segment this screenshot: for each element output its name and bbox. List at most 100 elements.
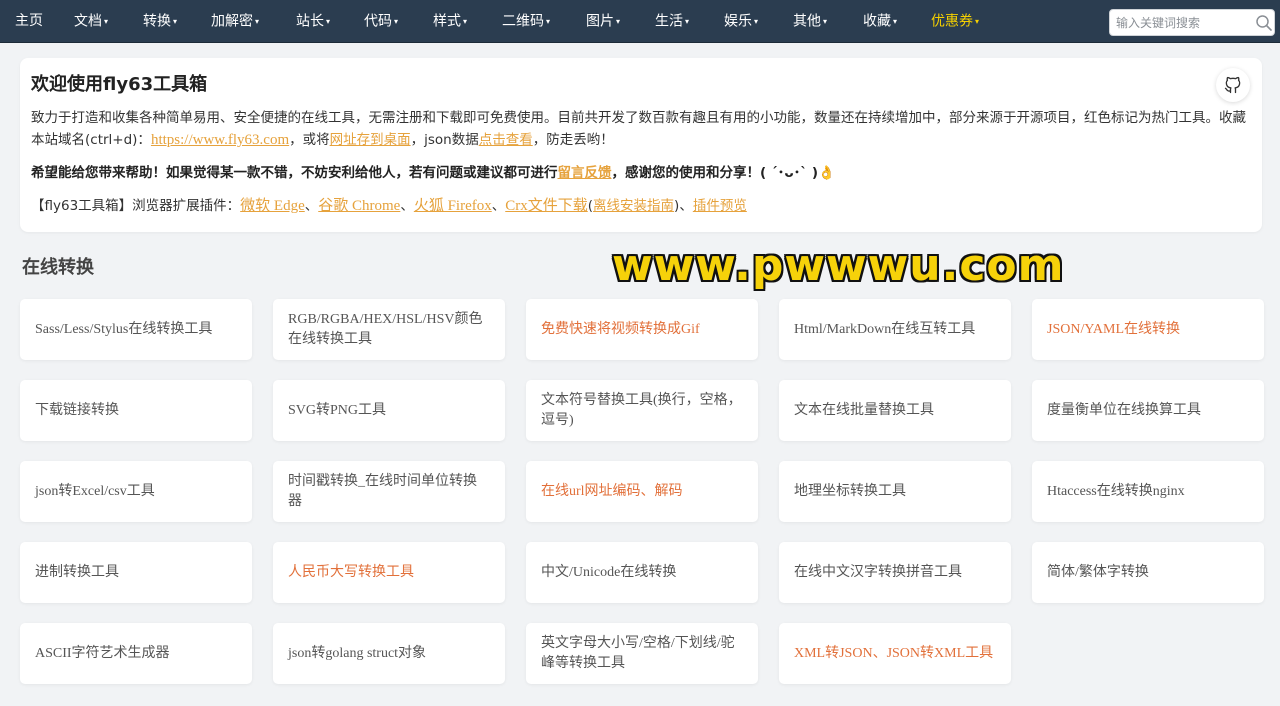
tool-label: 英文字母大小写/空格/下划线/驼峰等转换工具 (541, 635, 735, 671)
tool-label: 时间戳转换_在线时间单位转换器 (288, 473, 477, 509)
tool-card[interactable]: SVG转PNG工具 (273, 380, 505, 441)
tool-label: 进制转换工具 (35, 564, 119, 580)
tool-card[interactable]: 时间戳转换_在线时间单位转换器 (273, 461, 505, 522)
site-url-link[interactable]: https://www.fly63.com (151, 132, 289, 148)
tool-label: Sass/Less/Stylus在线转换工具 (35, 321, 213, 337)
offline-install-guide-link[interactable]: 离线安装指南 (593, 198, 674, 214)
nav-item-life[interactable]: 生活 ▾ (655, 0, 689, 43)
nav-item-other[interactable]: 其他 ▾ (793, 0, 827, 43)
crx-download-link[interactable]: Crx文件下载 (505, 198, 588, 214)
tool-card[interactable]: 进制转换工具 (20, 542, 252, 603)
save-to-desktop-link[interactable]: 网址存到桌面 (330, 132, 411, 148)
nav-item-coupon[interactable]: 优惠券 ▾ (931, 0, 979, 43)
extensions-label: 【fly63工具箱】浏览器扩展插件： (31, 198, 241, 214)
tool-card[interactable]: 文本在线批量替换工具 (779, 380, 1011, 441)
chevron-down-icon: ▾ (754, 17, 759, 26)
welcome-title: 欢迎使用fly63工具箱 (31, 74, 208, 95)
search-input[interactable] (1116, 13, 1248, 33)
tool-card[interactable]: Html/MarkDown在线互转工具 (779, 299, 1011, 360)
tool-card[interactable]: 下载链接转换 (20, 380, 252, 441)
nav-item-label: 文档 (74, 13, 102, 30)
chevron-down-icon: ▾ (326, 17, 331, 26)
tool-label: Html/MarkDown在线互转工具 (794, 321, 976, 337)
nav-item-webmaster[interactable]: 站长 ▾ (296, 0, 330, 43)
nav-item-code[interactable]: 代码 ▾ (364, 0, 398, 43)
chevron-down-icon: ▾ (255, 17, 260, 26)
chevron-down-icon: ▾ (394, 17, 399, 26)
nav-item-image[interactable]: 图片 ▾ (586, 0, 620, 43)
tool-card[interactable]: 简体/繁体字转换 (1032, 542, 1264, 603)
extension-preview-link[interactable]: 插件预览 (693, 198, 747, 214)
tool-card[interactable]: json转golang struct对象 (273, 623, 505, 684)
nav-item-label: 生活 (655, 13, 683, 30)
separator: 、 (304, 198, 319, 214)
tool-card[interactable]: 在线中文汉字转换拼音工具 (779, 542, 1011, 603)
nav-item-label: 收藏 (863, 13, 891, 30)
tool-label: 在线url网址编码、解码 (541, 483, 683, 499)
tool-card[interactable]: XML转JSON、JSON转XML工具 (779, 623, 1011, 684)
github-icon (1224, 76, 1241, 94)
nav-item-label: 代码 (364, 13, 392, 30)
chrome-extension-link[interactable]: 谷歌 Chrome (318, 198, 400, 214)
tool-label: 地理坐标转换工具 (794, 483, 906, 499)
nav-item-label: 优惠券 (931, 13, 973, 30)
tool-grid: Sass/Less/Stylus在线转换工具 RGB/RGBA/HEX/HSL/… (20, 299, 1264, 684)
tool-card[interactable]: Sass/Less/Stylus在线转换工具 (20, 299, 252, 360)
tool-label: json转golang struct对象 (288, 645, 427, 661)
nav-item-qrcode[interactable]: 二维码 ▾ (502, 0, 550, 43)
tool-card[interactable]: 英文字母大小写/空格/下划线/驼峰等转换工具 (526, 623, 758, 684)
tool-card[interactable]: ASCII字符艺术生成器 (20, 623, 252, 684)
nav-item-label: 站长 (296, 13, 324, 30)
chevron-down-icon: ▾ (616, 17, 621, 26)
tool-card[interactable]: 在线url网址编码、解码 (526, 461, 758, 522)
welcome-card: 欢迎使用fly63工具箱 致力于打造和收集各种简单易用、安全便捷的在线工具，无需… (20, 58, 1262, 232)
nav-item-style[interactable]: 样式 ▾ (433, 0, 467, 43)
tool-card[interactable]: 免费快速将视频转换成Gif (526, 299, 758, 360)
tool-card[interactable]: 文本符号替换工具(换行，空格，逗号) (526, 380, 758, 441)
chevron-down-icon: ▾ (463, 17, 468, 26)
tool-card[interactable]: RGB/RGBA/HEX/HSL/HSV颜色在线转换工具 (273, 299, 505, 360)
tool-card[interactable]: Htaccess在线转换nginx (1032, 461, 1264, 522)
tool-card[interactable]: JSON/YAML在线转换 (1032, 299, 1264, 360)
intro-paragraph: 致力于打造和收集各种简单易用、安全便捷的在线工具，无需注册和下载即可免费使用。目… (31, 107, 1251, 151)
nav-item-convert[interactable]: 转换 ▾ (143, 0, 177, 43)
view-json-link[interactable]: 点击查看 (479, 132, 533, 148)
nav-item-entertainment[interactable]: 娱乐 ▾ (724, 0, 758, 43)
feedback-link[interactable]: 留言反馈 (558, 165, 612, 181)
top-navbar: 主页 文档 ▾ 转换 ▾ 加解密 ▾ 站长 ▾ 代码 ▾ 样式 ▾ 二维码 ▾ 图片 ▾ 生活 ▾… (0, 0, 1280, 43)
github-button[interactable] (1216, 68, 1250, 102)
separator: 、 (679, 198, 693, 214)
nav-item-docs[interactable]: 文档 ▾ (74, 0, 108, 43)
tool-card[interactable]: 人民币大写转换工具 (273, 542, 505, 603)
nav-item-label: 娱乐 (724, 13, 752, 30)
tool-label: JSON/YAML在线转换 (1047, 321, 1181, 337)
tool-label: 简体/繁体字转换 (1047, 564, 1149, 580)
tool-label: XML转JSON、JSON转XML工具 (794, 645, 994, 661)
tool-card[interactable]: json转Excel/csv工具 (20, 461, 252, 522)
nav-item-label: 图片 (586, 13, 614, 30)
tool-label: RGB/RGBA/HEX/HSL/HSV颜色在线转换工具 (288, 311, 483, 347)
chevron-down-icon: ▾ (893, 17, 898, 26)
edge-extension-link[interactable]: 微软 Edge (240, 198, 305, 214)
tool-label: 人民币大写转换工具 (288, 564, 414, 580)
tool-card[interactable]: 中文/Unicode在线转换 (526, 542, 758, 603)
tool-label: SVG转PNG工具 (288, 402, 387, 418)
nav-item-crypto[interactable]: 加解密 ▾ (211, 0, 259, 43)
chevron-down-icon: ▾ (975, 17, 980, 26)
tool-label: 文本符号替换工具(换行，空格，逗号) (541, 392, 742, 428)
section-title: 在线转换 (22, 257, 94, 278)
tool-card[interactable]: 度量衡单位在线换算工具 (1032, 380, 1264, 441)
nav-item-label: 二维码 (502, 13, 544, 30)
thanks-text: ，感谢您的使用和分享！( ´･ᴗ･` ) (611, 165, 819, 181)
nav-item-home[interactable]: 主页 (15, 0, 43, 43)
search-box (1109, 9, 1275, 36)
firefox-extension-link[interactable]: 火狐 Firefox (414, 198, 492, 214)
tool-label: 文本在线批量替换工具 (794, 402, 934, 418)
nav-item-favorites[interactable]: 收藏 ▾ (863, 0, 897, 43)
separator: 、 (400, 198, 414, 214)
tool-label: 下载链接转换 (35, 402, 119, 418)
tool-card[interactable]: 地理坐标转换工具 (779, 461, 1011, 522)
intro-text: ，或将 (289, 132, 330, 148)
nav-item-label: 转换 (143, 13, 171, 30)
search-icon[interactable] (1255, 14, 1273, 32)
